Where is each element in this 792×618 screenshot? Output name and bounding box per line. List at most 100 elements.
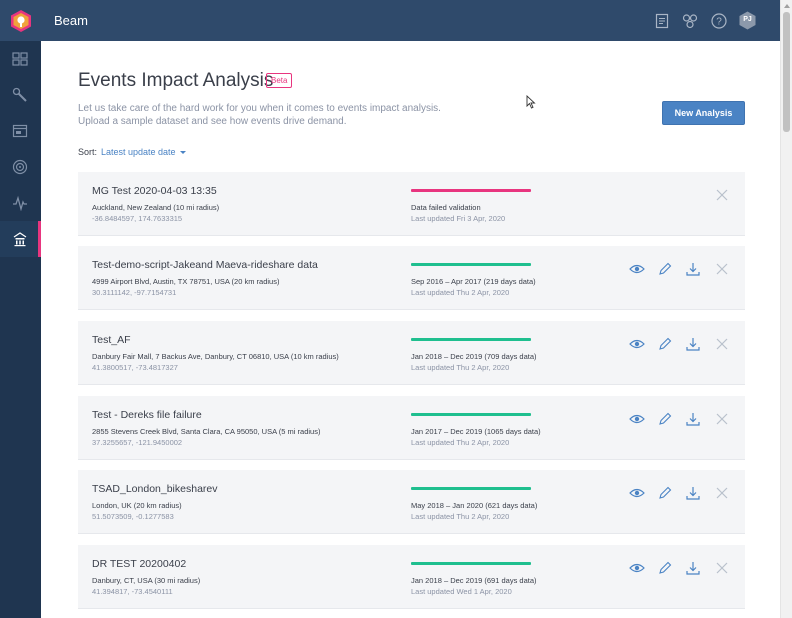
help-icon[interactable]: ? [710, 12, 728, 30]
delete-button[interactable] [714, 261, 730, 277]
analysis-title[interactable]: TSAD_London_bikesharev [92, 483, 218, 495]
edit-button[interactable] [657, 485, 673, 501]
view-button[interactable] [629, 485, 645, 501]
analysis-address: 2855 Stevens Creek Blvd, Santa Clara, CA… [92, 427, 321, 436]
status-bar-ok [411, 338, 531, 341]
analysis-title[interactable]: Test_AF [92, 334, 131, 346]
view-button[interactable] [629, 261, 645, 277]
new-analysis-button[interactable]: New Analysis [662, 101, 745, 125]
edit-button[interactable] [657, 411, 673, 427]
delete-button[interactable] [714, 411, 730, 427]
last-updated: Last updated Wed 1 Apr, 2020 [411, 587, 512, 596]
status-text: May 2018 – Jan 2020 (621 days data) [411, 501, 538, 510]
sidebar-item-pulse[interactable] [0, 185, 41, 221]
delete-button[interactable] [714, 485, 730, 501]
analysis-coordinates: 41.394817, -73.4540111 [92, 587, 173, 596]
sort-value: Latest update date [101, 147, 176, 157]
download-icon [686, 263, 700, 276]
beam-logo-icon[interactable] [11, 10, 31, 32]
analysis-card[interactable]: DR TEST 20200402 Danbury, CT, USA (30 mi… [78, 545, 745, 609]
status-bar-failed [411, 189, 531, 192]
sidebar [0, 41, 41, 618]
analysis-coordinates: 30.3111142, -97.7154731 [92, 288, 177, 297]
scroll-thumb[interactable] [783, 12, 790, 132]
delete-button[interactable] [714, 336, 730, 352]
events-icon [13, 232, 27, 247]
sidebar-item-browser[interactable] [0, 113, 41, 149]
analysis-card[interactable]: MG Test 2020-04-03 13:35 Auckland, New Z… [78, 172, 745, 236]
status-text: Jan 2017 – Dec 2019 (1065 days data) [411, 427, 541, 436]
status-text: Jan 2018 – Dec 2019 (691 days data) [411, 576, 537, 585]
download-icon [686, 413, 700, 426]
app-title: Beam [54, 13, 88, 28]
eye-icon [629, 563, 645, 573]
close-icon [716, 189, 728, 201]
document-icon[interactable] [653, 12, 671, 30]
analysis-card[interactable]: Test - Dereks file failure 2855 Stevens … [78, 396, 745, 460]
status-bar-ok [411, 413, 531, 416]
beta-badge: Beta [266, 73, 293, 88]
sidebar-item-dashboard[interactable] [0, 41, 41, 77]
analysis-address: Danbury Fair Mall, 7 Backus Ave, Danbury… [92, 352, 339, 361]
pencil-icon [659, 561, 672, 574]
edit-button[interactable] [657, 261, 673, 277]
analysis-title[interactable]: DR TEST 20200402 [92, 558, 186, 570]
mouse-cursor-icon [526, 95, 536, 109]
status-bar-ok [411, 562, 531, 565]
wrench-icon [12, 87, 27, 102]
user-avatar[interactable]: PJ [738, 11, 757, 30]
sort-dropdown[interactable]: Latest update date [101, 147, 186, 157]
last-updated: Last updated Thu 2 Apr, 2020 [411, 363, 510, 372]
intro-text: Let us take care of the hard work for yo… [78, 102, 441, 128]
target-icon [12, 159, 28, 175]
view-button[interactable] [629, 411, 645, 427]
analysis-card[interactable]: Test_AF Danbury Fair Mall, 7 Backus Ave,… [78, 321, 745, 385]
scrollbar[interactable] [780, 0, 792, 618]
pencil-icon [659, 337, 672, 350]
download-button[interactable] [685, 336, 701, 352]
analysis-title[interactable]: Test-demo-script-Jakeand Maeva-rideshare… [92, 259, 318, 271]
edit-button[interactable] [657, 336, 673, 352]
status-bar-ok [411, 487, 531, 490]
download-button[interactable] [685, 411, 701, 427]
page-title: Events Impact Analysis [78, 70, 274, 91]
download-button[interactable] [685, 261, 701, 277]
pencil-icon [659, 262, 672, 275]
browser-window-icon [12, 124, 28, 138]
analysis-address: 4999 Airport Blvd, Austin, TX 78751, USA… [92, 277, 280, 286]
sort-label: Sort: [78, 147, 98, 157]
analysis-coordinates: 41.3800517, -73.4817327 [92, 363, 178, 372]
analysis-address: London, UK (20 km radius) [92, 501, 182, 510]
apps-icon[interactable] [681, 12, 699, 30]
sidebar-item-events[interactable] [0, 221, 41, 257]
analysis-card[interactable]: Test-demo-script-Jakeand Maeva-rideshare… [78, 246, 745, 310]
status-bar-ok [411, 263, 531, 266]
top-bar: Beam ? PJ [0, 0, 780, 41]
status-text: Sep 2016 – Apr 2017 (219 days data) [411, 277, 536, 286]
delete-button[interactable] [714, 187, 730, 203]
analysis-title[interactable]: MG Test 2020-04-03 13:35 [92, 185, 217, 197]
analysis-coordinates: 51.5073509, -0.1277583 [92, 512, 174, 521]
download-button[interactable] [685, 485, 701, 501]
last-updated: Last updated Thu 2 Apr, 2020 [411, 438, 510, 447]
edit-button[interactable] [657, 560, 673, 576]
analysis-card[interactable]: TSAD_London_bikesharev London, UK (20 km… [78, 470, 745, 534]
download-button[interactable] [685, 560, 701, 576]
sidebar-item-targets[interactable] [0, 149, 41, 185]
last-updated: Last updated Thu 2 Apr, 2020 [411, 512, 510, 521]
scroll-up-arrow[interactable] [784, 4, 790, 8]
download-icon [686, 338, 700, 351]
sidebar-item-tools[interactable] [0, 77, 41, 113]
caret-down-icon [179, 151, 186, 155]
pencil-icon [659, 412, 672, 425]
analysis-coordinates: -36.8484597, 174.7633315 [92, 214, 183, 223]
close-icon [716, 338, 728, 350]
last-updated: Last updated Thu 2 Apr, 2020 [411, 288, 510, 297]
status-text: Jan 2018 – Dec 2019 (709 days data) [411, 352, 537, 361]
view-button[interactable] [629, 560, 645, 576]
view-button[interactable] [629, 336, 645, 352]
analysis-coordinates: 37.3255657, -121.9450002 [92, 438, 183, 447]
delete-button[interactable] [714, 560, 730, 576]
analysis-title[interactable]: Test - Dereks file failure [92, 409, 202, 421]
analysis-address: Auckland, New Zealand (10 mi radius) [92, 203, 220, 212]
